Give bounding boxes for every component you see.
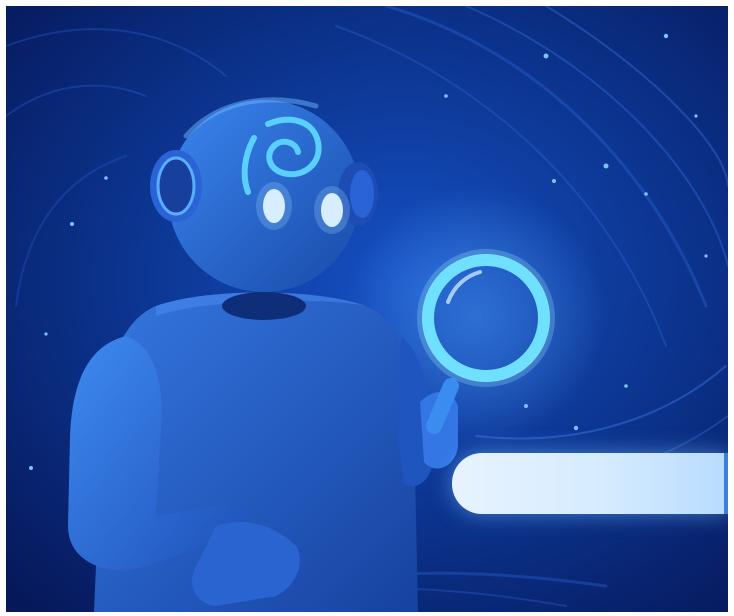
- robot-search-illustration: [6, 6, 728, 612]
- search-bar: [452, 453, 728, 514]
- robot-left-ear: [150, 150, 202, 222]
- illustration-frame: [6, 6, 728, 612]
- search-button[interactable]: [724, 453, 728, 514]
- robot-neck: [222, 292, 306, 320]
- search-input[interactable]: [452, 453, 724, 514]
